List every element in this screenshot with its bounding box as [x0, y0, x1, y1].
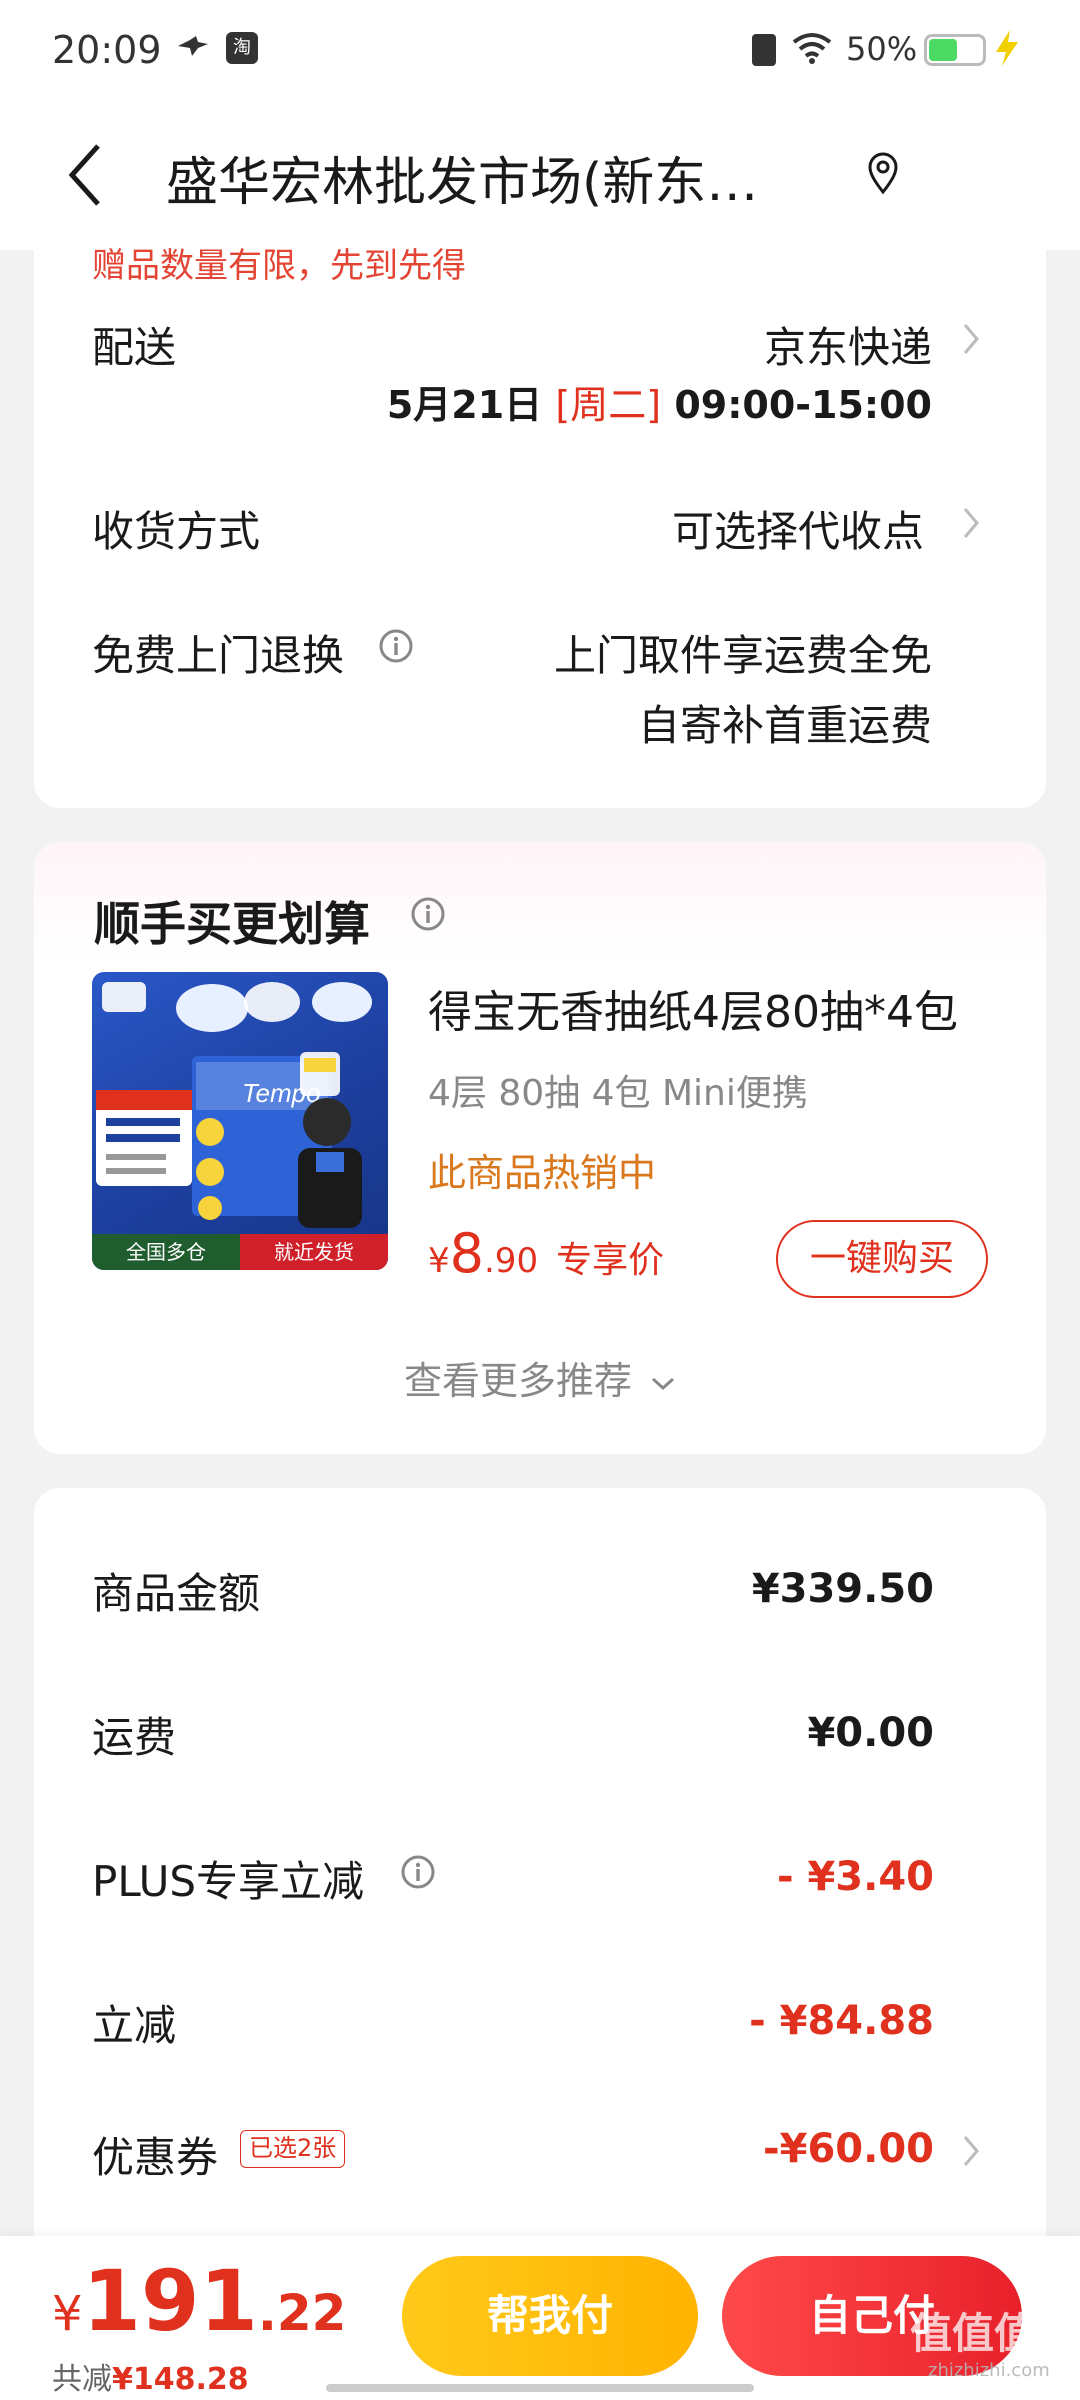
status-time: 20:09: [52, 28, 162, 72]
shipping-label: 配送: [92, 323, 177, 372]
battery-icon: [924, 34, 986, 66]
sim-icon: [752, 34, 776, 66]
watermark-url: zhizhizhi.com: [928, 2360, 1050, 2381]
shipping-weekday: [周二]: [555, 383, 662, 427]
total-saved[interactable]: 共减¥148.28: [52, 2354, 249, 2398]
shipping-schedule: 5月21日 [周二] 09:00-15:00: [387, 374, 932, 429]
goods-amount-label: 商品金额: [92, 1569, 261, 1618]
product-price: ¥8.90 专享价: [428, 1222, 664, 1285]
product-hot-label: 此商品热销中: [428, 1151, 657, 1195]
freight-label: 运费: [92, 1713, 177, 1762]
gift-limit-notice: 赠品数量有限，先到先得: [92, 246, 466, 286]
coupon-value[interactable]: -¥60.00: [763, 2126, 934, 2172]
shipping-date: 5月21日: [386, 383, 543, 427]
chevron-right-icon[interactable]: [962, 322, 980, 356]
location-pin-icon[interactable]: [866, 152, 900, 196]
one-click-buy-button[interactable]: 一键购买: [776, 1220, 988, 1298]
plus-discount-label: PLUS专享立减: [92, 1857, 365, 1906]
total-decimal: .22: [257, 2284, 347, 2342]
product-name[interactable]: 得宝无香抽纸4层80抽*4包: [428, 976, 958, 1040]
product-image-badge: 全国多仓 就近发货: [92, 1234, 388, 1270]
chevron-right-icon[interactable]: [962, 506, 980, 540]
watermark: 值值值: [910, 2309, 1037, 2358]
more-recommendations[interactable]: 查看更多推荐: [0, 1350, 1080, 1405]
receive-method-label: 收货方式: [92, 507, 261, 556]
info-icon[interactable]: [400, 1854, 436, 1890]
help-me-pay-button[interactable]: 帮我付: [402, 2256, 698, 2376]
saved-label: 共减: [52, 2362, 112, 2397]
receive-method-value[interactable]: 可选择代收点: [672, 498, 924, 559]
status-bar: 20:09 淘 50%: [0, 0, 1080, 100]
badge-nearby-ship: 就近发货: [240, 1234, 388, 1270]
freight-value: ¥0.00: [807, 1710, 934, 1756]
chevron-down-icon: [652, 1377, 675, 1390]
price-tag: 专享价: [556, 1240, 665, 1281]
tissue-pack-illustration: Tempo: [96, 982, 372, 1228]
instant-discount-value: - ¥84.88: [749, 1998, 934, 2044]
total-symbol: ¥: [52, 2286, 83, 2342]
coupon-selected-badge: 已选2张: [240, 2130, 346, 2168]
page-title[interactable]: 盛华宏林批发市场(新东…: [166, 140, 866, 215]
badge-multi-warehouse: 全国多仓: [92, 1234, 240, 1270]
free-return-label: 免费上门退换: [92, 631, 345, 680]
saved-value: ¥148.28: [112, 2362, 249, 2397]
instant-discount-label: 立减: [92, 2001, 177, 2050]
checkout-screen: 20:09 淘 50% 盛华宏林批发市场(新东… 赠品数量有限，先到先得 配送 …: [0, 0, 1080, 2400]
charging-bolt-icon: [996, 30, 1018, 66]
info-icon[interactable]: [378, 628, 414, 664]
product-image[interactable]: Tempo 全国多仓 就近发货: [92, 972, 388, 1270]
info-icon[interactable]: [410, 896, 446, 932]
total-price: ¥191.22: [52, 2252, 346, 2350]
swallow-icon: [178, 36, 208, 56]
shipping-time: 09:00-15:00: [674, 383, 932, 427]
chevron-right-icon[interactable]: [962, 2134, 980, 2168]
price-decimal: .90: [484, 1241, 539, 1281]
goods-amount-value: ¥339.50: [751, 1566, 934, 1612]
price-symbol: ¥: [428, 1241, 450, 1281]
home-indicator[interactable]: [326, 2384, 754, 2392]
battery-percent: 50%: [846, 30, 918, 68]
free-return-value-1: 上门取件享运费全免: [553, 631, 932, 680]
wifi-icon: [792, 33, 832, 64]
plus-discount-value: - ¥3.40: [776, 1854, 934, 1900]
coupon-label: 优惠券: [92, 2133, 219, 2182]
battery-level-fill: [929, 39, 957, 61]
free-return-value-2: 自寄补首重运费: [637, 701, 932, 750]
more-recommendations-label: 查看更多推荐: [403, 1359, 632, 1403]
taobao-icon: 淘: [226, 32, 258, 64]
total-integer: 191: [82, 2252, 258, 2350]
upsell-title: 顺手买更划算: [94, 897, 370, 951]
back-chevron-icon[interactable]: [66, 142, 106, 208]
shipping-carrier[interactable]: 京东快递: [764, 314, 932, 375]
product-spec: 4层 80抽 4包 Mini便携: [428, 1073, 808, 1114]
price-integer: 8: [449, 1222, 484, 1285]
